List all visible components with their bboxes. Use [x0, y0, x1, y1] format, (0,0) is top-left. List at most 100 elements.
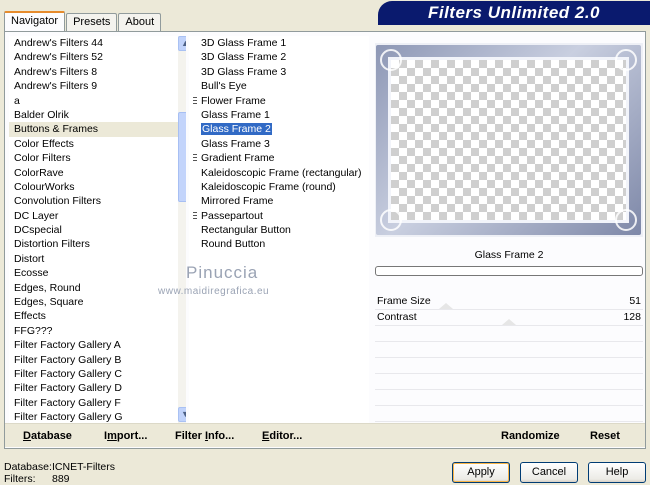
effect-label: Passepartout: [201, 209, 263, 222]
filter-category-item[interactable]: a: [9, 94, 186, 108]
effect-item[interactable]: Kaleidoscopic Frame (round): [189, 180, 369, 194]
effect-label: Mirrored Frame: [201, 195, 274, 208]
filter-category-item[interactable]: Andrew's Filters 52: [9, 50, 186, 64]
parameter-list: Frame Size 51 Contrast 128: [375, 294, 643, 422]
database-value: ICNET-Filters: [52, 461, 115, 473]
button-label: port...: [116, 430, 148, 442]
group-grip-icon: [193, 211, 197, 221]
filter-category-item[interactable]: DC Layer: [9, 209, 186, 223]
title-banner: Filters Unlimited 2.0: [378, 1, 650, 25]
import-button[interactable]: Import...: [104, 424, 147, 448]
effect-label: Bull's Eye: [201, 80, 247, 93]
effect-label: Flower Frame: [201, 94, 266, 107]
progress-bar: [375, 266, 643, 276]
editor-button[interactable]: Editor...: [262, 424, 302, 448]
filter-category-item[interactable]: Filter Factory Gallery A: [9, 338, 186, 352]
filters-label: Filters:: [4, 473, 36, 485]
button-label: atabase: [30, 430, 72, 442]
effect-item[interactable]: Kaleidoscopic Frame (rectangular): [189, 166, 369, 180]
param-frame-size[interactable]: Frame Size 51: [375, 294, 643, 310]
param-empty-row: [375, 406, 643, 422]
preview-frame-image: [376, 45, 641, 235]
filter-category-item[interactable]: Color Effects: [9, 137, 186, 151]
filter-category-item[interactable]: Color Filters: [9, 151, 186, 165]
effect-item[interactable]: Flower Frame: [189, 94, 369, 108]
filter-category-item[interactable]: Andrew's Filters 9: [9, 79, 186, 93]
help-button[interactable]: Help: [588, 462, 646, 483]
database-button[interactable]: Database: [23, 424, 72, 448]
button-label: nfo...: [208, 430, 235, 442]
filter-category-item[interactable]: ColourWorks: [9, 180, 186, 194]
watermark-name: Pinuccia: [186, 263, 259, 282]
param-contrast[interactable]: Contrast 128: [375, 310, 643, 326]
param-empty-row: [375, 342, 643, 358]
param-empty-row: [375, 390, 643, 406]
database-label: Database:: [4, 461, 52, 473]
scroll-down-icon[interactable]: ▼: [178, 407, 186, 422]
param-name: Frame Size: [377, 295, 431, 307]
filter-category-item[interactable]: Distort: [9, 252, 186, 266]
param-empty-row: [375, 326, 643, 342]
effect-item[interactable]: Round Button: [189, 237, 369, 251]
effect-item[interactable]: 3D Glass Frame 3: [189, 65, 369, 79]
tab-about[interactable]: About: [118, 13, 162, 31]
preview-area: [375, 43, 643, 237]
effect-item[interactable]: Gradient Frame: [189, 151, 369, 165]
apply-button[interactable]: Apply: [452, 462, 510, 483]
filter-category-item[interactable]: Balder Olrik: [9, 108, 186, 122]
filter-category-item[interactable]: Filter Factory Gallery G: [9, 410, 186, 423]
scroll-up-icon[interactable]: ▲: [178, 36, 186, 51]
filter-category-item[interactable]: Filter Factory Gallery D: [9, 381, 186, 395]
effect-item[interactable]: Rectangular Button: [189, 223, 369, 237]
slider-mark-icon: [439, 303, 453, 309]
effect-label: Kaleidoscopic Frame (rectangular): [201, 166, 362, 179]
effect-item[interactable]: Glass Frame 2: [189, 122, 369, 136]
filter-category-item[interactable]: Filter Factory Gallery B: [9, 353, 186, 367]
accel-key: D: [23, 430, 31, 442]
filter-category-item[interactable]: Ecosse: [9, 266, 186, 280]
group-grip-icon: [193, 96, 197, 106]
effect-item[interactable]: Mirrored Frame: [189, 194, 369, 208]
filter-category-item[interactable]: Edges, Square: [9, 295, 186, 309]
filter-info-button[interactable]: Filter Info...: [175, 424, 234, 448]
param-empty-row: [375, 358, 643, 374]
effect-item[interactable]: Glass Frame 3: [189, 137, 369, 151]
filter-category-item[interactable]: Andrew's Filters 44: [9, 36, 186, 50]
effect-item[interactable]: 3D Glass Frame 1: [189, 36, 369, 50]
effect-list[interactable]: 3D Glass Frame 1 3D Glass Frame 2 3D Glass…: [189, 36, 369, 423]
filter-category-item[interactable]: Distortion Filters: [9, 237, 186, 251]
randomize-button[interactable]: Randomize: [501, 424, 560, 448]
bottom-toolbar: Database Import... Filter Info... Editor…: [5, 423, 645, 447]
filter-category-item[interactable]: Filter Factory Gallery F: [9, 396, 186, 410]
effect-items: 3D Glass Frame 1 3D Glass Frame 2 3D Glass…: [189, 36, 369, 252]
effect-item[interactable]: Passepartout: [189, 209, 369, 223]
tab-bar: Navigator Presets About: [4, 11, 162, 31]
filter-category-item[interactable]: Filter Factory Gallery C: [9, 367, 186, 381]
effect-label: 3D Glass Frame 3: [201, 65, 287, 78]
filter-category-item[interactable]: Buttons & Frames: [9, 122, 186, 137]
filter-category-item[interactable]: Effects: [9, 309, 186, 323]
tab-navigator[interactable]: Navigator: [4, 11, 66, 31]
effect-item[interactable]: Glass Frame 1: [189, 108, 369, 122]
filter-category-item[interactable]: FFG???: [9, 324, 186, 338]
param-value: 51: [629, 295, 641, 307]
effect-item[interactable]: Bull's Eye: [189, 79, 369, 93]
filter-list-scrollbar[interactable]: ▲ ▼: [178, 36, 186, 423]
cancel-button[interactable]: Cancel: [520, 462, 578, 483]
scroll-thumb[interactable]: [178, 112, 186, 202]
effect-label: Glass Frame 3: [201, 137, 270, 150]
filter-category-list[interactable]: Andrew's Filters 44 Andrew's Filters 52 An…: [9, 36, 186, 423]
effect-item[interactable]: 3D Glass Frame 2: [189, 50, 369, 64]
filter-category-item[interactable]: ColorRave: [9, 166, 186, 180]
filter-category-item[interactable]: Convolution Filters: [9, 194, 186, 208]
filter-category-item[interactable]: Andrew's Filters 8: [9, 65, 186, 79]
ornament-corner-tr: [615, 49, 637, 71]
effect-label: 3D Glass Frame 1: [201, 37, 287, 49]
param-name: Contrast: [377, 311, 417, 323]
ornament-corner-tl: [380, 49, 402, 71]
filter-category-item[interactable]: DCspecial: [9, 223, 186, 237]
button-label: Filter: [175, 430, 205, 442]
reset-button[interactable]: Reset: [590, 424, 620, 448]
tab-presets[interactable]: Presets: [66, 13, 118, 31]
filter-category-items: Andrew's Filters 44 Andrew's Filters 52 An…: [9, 36, 186, 423]
